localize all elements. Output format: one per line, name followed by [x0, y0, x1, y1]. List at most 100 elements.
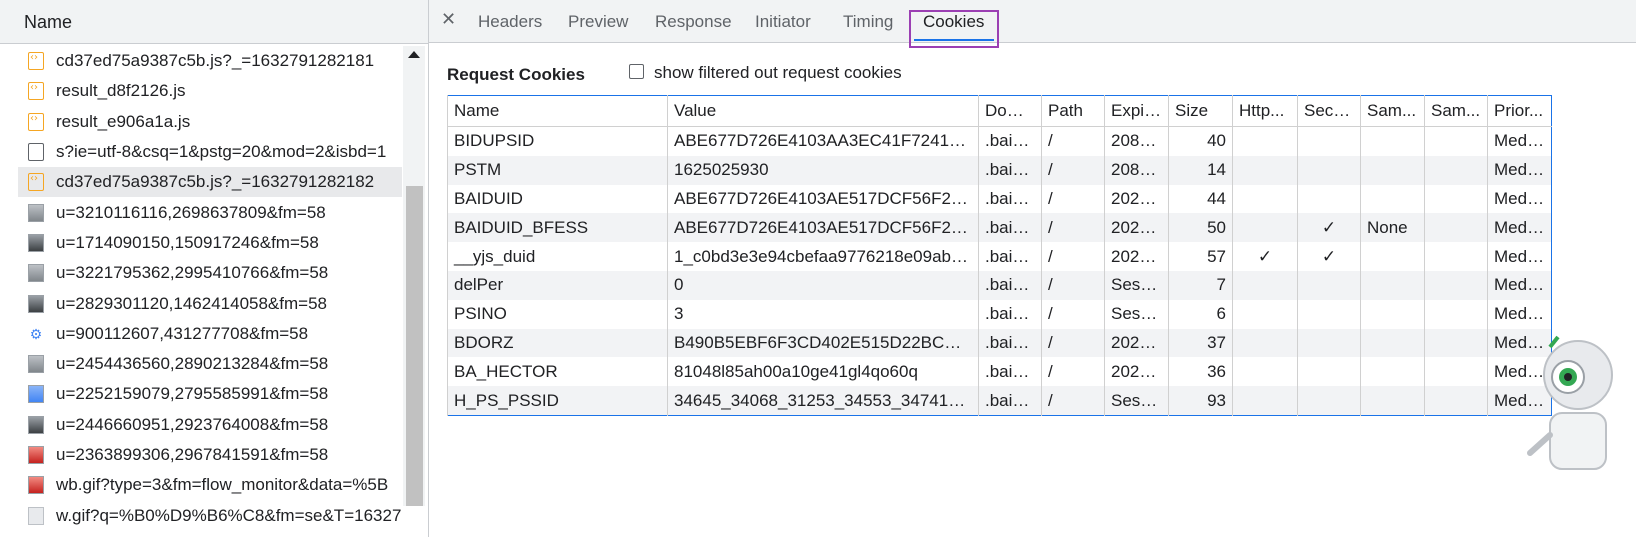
cookie-cell — [1232, 126, 1298, 156]
cookie-cell: PSINO — [447, 299, 668, 329]
cookies-column-header[interactable]: Size — [1168, 95, 1233, 127]
cookie-cell: BA_HECTOR — [447, 357, 668, 387]
request-detail-panel: ✕ Headers Preview Response Initiator Tim… — [429, 0, 1636, 537]
cookie-row[interactable]: delPer 0 .baid... / Sessi... 7 Medi... — [447, 270, 1552, 300]
document-icon — [28, 143, 44, 162]
cookie-cell: B490B5EBF6F3CD402E515D22BCDA1... — [667, 328, 979, 358]
cookie-cell: ABE677D726E4103AE517DCF56F2C4... — [667, 184, 979, 214]
tab-initiator[interactable]: Initiator — [755, 12, 811, 32]
request-name: u=3210116116,2698637809&fm=58 — [56, 202, 326, 222]
cookie-row[interactable]: __yjs_duid 1_c0bd3e3e94cbefaa9776218e09ab… — [447, 242, 1552, 271]
request-name: u=2829301120,1462414058&fm=58 — [56, 293, 327, 313]
cookie-cell: BAIDUID — [447, 184, 668, 214]
cookie-cell: / — [1041, 155, 1105, 185]
cookies-column-header[interactable]: Http... — [1232, 95, 1298, 127]
cookie-cell — [1297, 386, 1361, 416]
scroll-up-arrow-icon[interactable] — [408, 51, 420, 58]
cookie-cell: 81048l85ah00a10ge41gl4qo60q — [667, 357, 979, 387]
cookie-cell: 37 — [1168, 328, 1233, 358]
cookies-column-header[interactable]: Name — [447, 95, 668, 127]
image-thumbnail-icon — [28, 355, 44, 374]
name-column-header[interactable]: Name — [0, 0, 428, 44]
cookie-cell — [1360, 126, 1425, 156]
request-list-item[interactable]: result_e906a1a.js — [18, 107, 402, 137]
tab-response[interactable]: Response — [655, 12, 732, 32]
request-list-item[interactable]: u=2252159079,2795585991&fm=58 — [18, 379, 402, 409]
tab-timing[interactable]: Timing — [843, 12, 893, 32]
cookies-column-header[interactable]: Value — [667, 95, 979, 127]
request-list-item[interactable]: result_d8f2126.js — [18, 76, 402, 106]
request-list-item[interactable]: w.gif?q=%B0%D9%B6%C8&fm=se&T=16327 — [18, 500, 402, 530]
request-list-item[interactable]: wb.gif?type=3&fm=flow_monitor&data=%5B — [18, 470, 402, 500]
cookie-cell — [1297, 184, 1361, 214]
cookie-cell — [1297, 270, 1361, 300]
cookie-row[interactable]: BDORZ B490B5EBF6F3CD402E515D22BCDA1... .ba… — [447, 328, 1552, 358]
cookie-cell: ABE677D726E4103AE517DCF56F2C4... — [667, 213, 979, 243]
cookie-cell — [1297, 328, 1361, 358]
cookie-cell — [1424, 155, 1488, 185]
cookie-cell: H_PS_PSSID — [447, 386, 668, 416]
cookie-cell: Medi... — [1487, 242, 1552, 271]
cookie-row[interactable]: BIDUPSID ABE677D726E4103AA3EC41F724127...… — [447, 126, 1552, 156]
cookie-cell — [1424, 213, 1488, 243]
cookie-cell — [1232, 328, 1298, 358]
gear-image-icon: ⚙ — [29, 325, 43, 342]
request-list-item[interactable]: u=2363899306,2967841591&fm=58 — [18, 440, 402, 470]
cookie-cell: 93 — [1168, 386, 1233, 416]
request-list-item[interactable]: u=3221795362,2995410766&fm=58 — [18, 258, 402, 288]
cookie-cell: 57 — [1168, 242, 1233, 271]
cookies-column-header[interactable]: Secu... — [1297, 95, 1361, 127]
cookie-row[interactable]: BAIDUID_BFESS ABE677D726E4103AE517DCF56F2… — [447, 213, 1552, 243]
cookies-tab-highlight-box — [909, 10, 999, 48]
cookie-cell: BDORZ — [447, 328, 668, 358]
request-list-item[interactable]: u=2454436560,2890213284&fm=58 — [18, 349, 402, 379]
image-thumbnail-icon — [28, 506, 44, 525]
cookies-column-header[interactable]: Prior... — [1487, 95, 1552, 127]
request-list-scrollbar[interactable] — [403, 46, 425, 506]
request-name: u=1714090150,150917246&fm=58 — [56, 232, 319, 252]
cookie-cell: Medi... — [1487, 213, 1552, 243]
cookie-cell: .baid... — [978, 357, 1042, 387]
cookie-row[interactable]: H_PS_PSSID 34645_34068_31253_34553_34741_… — [447, 386, 1552, 416]
cookies-column-header[interactable]: Sam... — [1360, 95, 1425, 127]
request-list-item[interactable]: ⚙ u=900112607,431277708&fm=58 — [18, 319, 402, 349]
tab-preview[interactable]: Preview — [568, 12, 628, 32]
cookie-cell: Sessi... — [1104, 299, 1169, 329]
cookie-cell — [1424, 386, 1488, 416]
cookie-cell: .baid... — [978, 386, 1042, 416]
cookie-cell: 2021... — [1104, 357, 1169, 387]
request-list-item[interactable]: u=2446660951,2923764008&fm=58 — [18, 410, 402, 440]
image-thumbnail-icon — [28, 233, 44, 252]
request-list-item[interactable]: u=3210116116,2698637809&fm=58 — [18, 197, 402, 227]
cookie-cell: 2089... — [1104, 155, 1169, 185]
cookie-cell: BIDUPSID — [447, 126, 668, 156]
cookies-table: Name Value Dom... Path Expir... Size Http... Se… — [447, 95, 1552, 416]
close-icon[interactable]: ✕ — [441, 9, 456, 30]
cookie-cell: .baid... — [978, 126, 1042, 156]
cookie-row[interactable]: BAIDUID ABE677D726E4103AE517DCF56F2C4....… — [447, 184, 1552, 214]
request-list-item[interactable]: u=2829301120,1462414058&fm=58 — [18, 288, 402, 318]
cookies-column-header[interactable]: Expir... — [1104, 95, 1169, 127]
show-filtered-cookies-label[interactable]: show filtered out request cookies — [654, 63, 902, 83]
cookie-row[interactable]: BA_HECTOR 81048l85ah00a10ge41gl4qo60q .bai… — [447, 357, 1552, 387]
cookie-row[interactable]: PSTM 1625025930 .baid.../2089... 14 Medi... — [447, 155, 1552, 185]
cookie-cell: .baid... — [978, 328, 1042, 358]
cookie-row[interactable]: PSINO 3 .baid... / Sessi... 6 Medi... — [447, 299, 1552, 329]
cookie-cell — [1297, 299, 1361, 329]
cookies-column-header[interactable]: Sam... — [1424, 95, 1488, 127]
request-list-item[interactable]: u=1714090150,150917246&fm=58 — [18, 228, 402, 258]
request-list-item[interactable]: s?ie=utf-8&csq=1&pstg=20&mod=2&isbd=1 — [18, 137, 402, 167]
show-filtered-cookies-checkbox[interactable] — [629, 64, 644, 79]
image-thumbnail-icon — [28, 203, 44, 222]
cookies-column-header[interactable]: Dom... — [978, 95, 1042, 127]
scrollbar-thumb[interactable] — [406, 186, 423, 506]
detail-tab-bar: ✕ Headers Preview Response Initiator Tim… — [429, 0, 1636, 48]
image-thumbnail-icon — [28, 446, 44, 464]
cookies-column-header[interactable]: Path — [1041, 95, 1105, 127]
cookie-cell: / — [1041, 126, 1105, 156]
cookie-cell: .baid... — [978, 299, 1042, 329]
request-list-item[interactable]: cd37ed75a9387c5b.js?_=1632791282181 — [18, 46, 402, 76]
cookie-cell: .baid... — [978, 155, 1042, 185]
request-list-item[interactable]: cd37ed75a9387c5b.js?_=1632791282182 — [18, 167, 402, 198]
tab-headers[interactable]: Headers — [478, 12, 542, 32]
